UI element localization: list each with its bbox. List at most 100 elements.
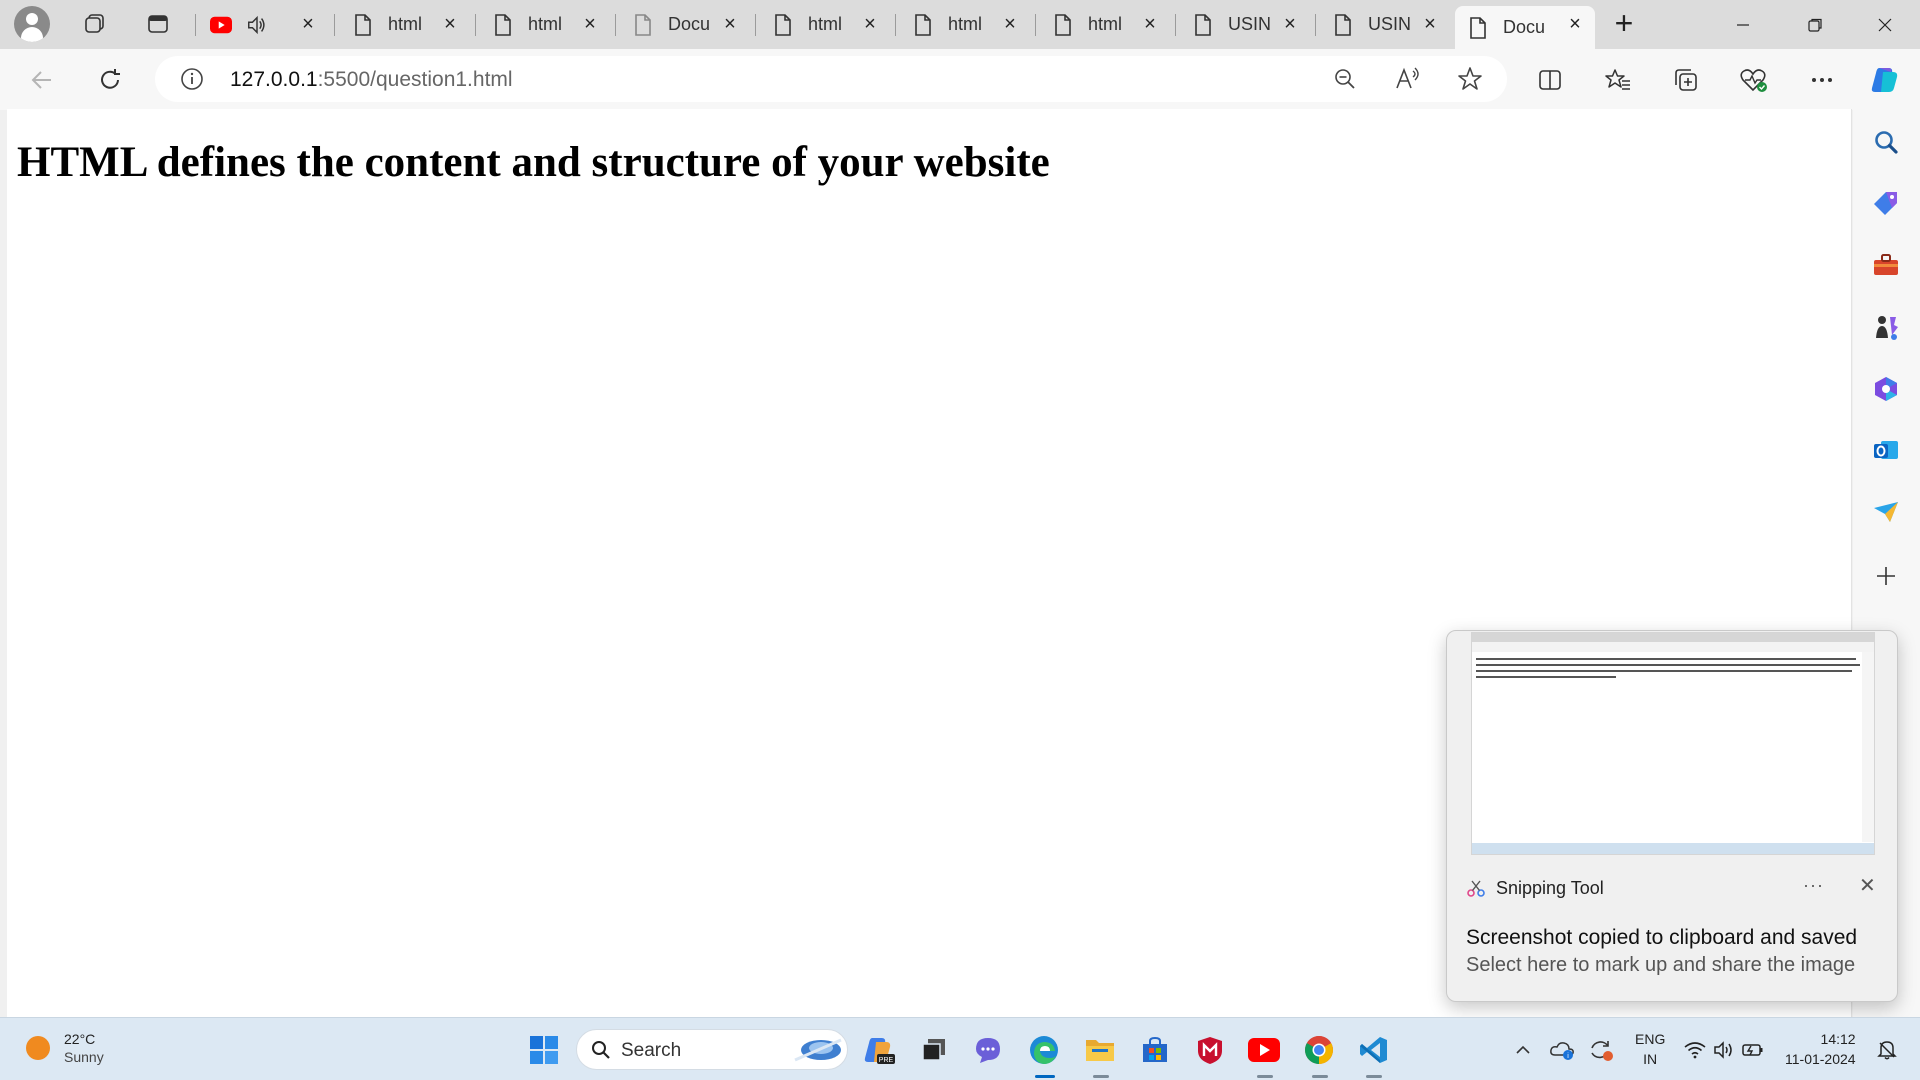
outlook-icon[interactable] xyxy=(1867,431,1905,469)
site-info-icon[interactable] xyxy=(180,67,204,96)
url-text[interactable]: 127.0.0.1:5500/question1.html xyxy=(230,68,513,92)
restore-button[interactable] xyxy=(1782,0,1848,49)
microsoft-store-icon[interactable] xyxy=(1137,1032,1173,1068)
toast-close-button[interactable]: ✕ xyxy=(1859,873,1876,898)
tab-html-5[interactable]: html × xyxy=(1040,6,1170,43)
toast-app-name: Snipping Tool xyxy=(1496,877,1604,898)
collections-icon[interactable] xyxy=(1668,62,1704,98)
language-code: ENG xyxy=(1635,1031,1666,1047)
language-indicator[interactable]: ENG IN xyxy=(1635,1029,1665,1069)
sun-icon xyxy=(26,1036,50,1060)
battery-icon[interactable] xyxy=(1738,1032,1768,1068)
microsoft365-icon[interactable] xyxy=(1867,370,1905,408)
tab-html-1[interactable]: html × xyxy=(340,6,470,43)
close-icon[interactable]: × xyxy=(298,14,318,34)
weather-temperature: 22°C xyxy=(64,1031,96,1047)
thumbnail-text-line xyxy=(1476,676,1616,678)
url-path: :5500/question1.html xyxy=(317,68,513,91)
file-explorer-icon[interactable] xyxy=(1082,1032,1118,1068)
notifications-icon[interactable] xyxy=(1872,1032,1902,1068)
add-icon[interactable] xyxy=(1867,557,1905,595)
tab-youtube[interactable]: × xyxy=(198,6,328,43)
read-aloud-icon[interactable] xyxy=(1395,67,1421,96)
url-host: 127.0.0.1 xyxy=(230,68,318,91)
avatar xyxy=(14,6,50,42)
close-icon[interactable]: × xyxy=(1000,14,1020,34)
copilot-icon[interactable] xyxy=(1867,62,1903,98)
taskbar-search[interactable]: Search xyxy=(576,1029,848,1070)
games-icon[interactable] xyxy=(1867,308,1905,346)
tab-separator xyxy=(1035,14,1036,36)
new-tab-button[interactable]: + xyxy=(1606,7,1642,42)
close-icon[interactable]: × xyxy=(1420,14,1440,34)
close-icon[interactable]: × xyxy=(1280,14,1300,34)
tab-html-4[interactable]: html × xyxy=(900,6,1030,43)
shopping-tag-icon[interactable] xyxy=(1867,184,1905,222)
favorites-icon[interactable] xyxy=(1600,62,1636,98)
tab-using-1[interactable]: USIN × xyxy=(1180,6,1310,43)
vertical-tabs-icon[interactable] xyxy=(141,8,175,40)
split-screen-icon[interactable] xyxy=(1532,62,1568,98)
page-icon xyxy=(1467,16,1489,40)
tab-label: html xyxy=(808,14,843,34)
wifi-icon[interactable] xyxy=(1680,1032,1710,1068)
close-icon[interactable]: × xyxy=(580,14,600,34)
refresh-button[interactable] xyxy=(92,62,128,98)
tab-using-2[interactable]: USIN × xyxy=(1320,6,1450,43)
weather-widget[interactable]: 22°C Sunny xyxy=(26,1030,104,1066)
search-icon[interactable] xyxy=(1867,123,1905,161)
search-label: Search xyxy=(621,1040,682,1061)
start-button[interactable] xyxy=(526,1032,562,1068)
close-icon[interactable]: × xyxy=(440,14,460,34)
tab-label: Docu xyxy=(1503,17,1546,37)
tab-label: html xyxy=(948,14,983,34)
toolbox-icon[interactable] xyxy=(1867,246,1905,284)
teams-chat-icon[interactable] xyxy=(970,1032,1006,1068)
close-icon[interactable]: × xyxy=(720,14,740,34)
speaker-icon[interactable] xyxy=(246,13,268,37)
zoom-out-icon[interactable] xyxy=(1333,67,1357,96)
tab-active-document[interactable]: Docu × xyxy=(1455,6,1595,49)
thumbnail-sidebar xyxy=(1862,652,1874,842)
copilot-preview-icon[interactable]: PRE xyxy=(862,1032,898,1068)
edge-browser-icon[interactable] xyxy=(1026,1032,1062,1068)
back-button[interactable] xyxy=(24,62,60,98)
mcafee-icon[interactable] xyxy=(1192,1032,1228,1068)
minimize-button[interactable] xyxy=(1710,0,1776,49)
more-menu-icon[interactable] xyxy=(1804,62,1840,98)
close-window-button[interactable] xyxy=(1852,0,1918,49)
page-icon xyxy=(772,13,794,37)
sync-icon[interactable] xyxy=(1584,1032,1618,1068)
chevron-up-icon[interactable] xyxy=(1505,1032,1541,1068)
volume-icon[interactable] xyxy=(1709,1032,1739,1068)
screenshot-thumbnail[interactable] xyxy=(1471,632,1875,855)
search-icon xyxy=(592,1041,610,1059)
close-icon[interactable]: × xyxy=(1565,14,1585,34)
workspaces-icon[interactable] xyxy=(78,8,112,40)
tab-html-2[interactable]: html × xyxy=(480,6,610,43)
address-bar[interactable]: 127.0.0.1:5500/question1.html xyxy=(155,56,1507,102)
vscode-icon[interactable] xyxy=(1356,1032,1392,1068)
toast-more-options-button[interactable]: ··· xyxy=(1803,875,1824,896)
favorite-star-icon[interactable] xyxy=(1457,66,1483,97)
close-icon[interactable]: × xyxy=(860,14,880,34)
chrome-icon[interactable] xyxy=(1301,1032,1337,1068)
toast-title: Screenshot copied to clipboard and saved xyxy=(1466,926,1858,949)
tab-html-3[interactable]: html × xyxy=(760,6,890,43)
svg-text:PRE: PRE xyxy=(879,1057,894,1064)
browser-essentials-icon[interactable] xyxy=(1736,62,1772,98)
youtube-app-icon[interactable] xyxy=(1246,1032,1282,1068)
page-icon xyxy=(912,13,934,37)
clock-time: 14:12 xyxy=(1820,1031,1856,1047)
tab-document[interactable]: Docu × xyxy=(620,6,750,43)
snipping-tool-notification[interactable]: Snipping Tool ··· ✕ Screenshot copied to… xyxy=(1446,630,1898,1002)
system-clock[interactable]: 14:12 11-01-2024 xyxy=(1785,1029,1856,1069)
send-icon[interactable] xyxy=(1867,493,1905,531)
page-icon xyxy=(1332,13,1354,37)
clock-date: 11-01-2024 xyxy=(1785,1051,1856,1067)
close-icon[interactable]: × xyxy=(1140,14,1160,34)
tab-strip: × html × html × Docu × html × html × htm… xyxy=(0,0,1920,49)
task-view-icon[interactable] xyxy=(916,1032,952,1068)
onedrive-icon[interactable]: i xyxy=(1545,1032,1579,1068)
profile-button[interactable] xyxy=(12,6,52,42)
